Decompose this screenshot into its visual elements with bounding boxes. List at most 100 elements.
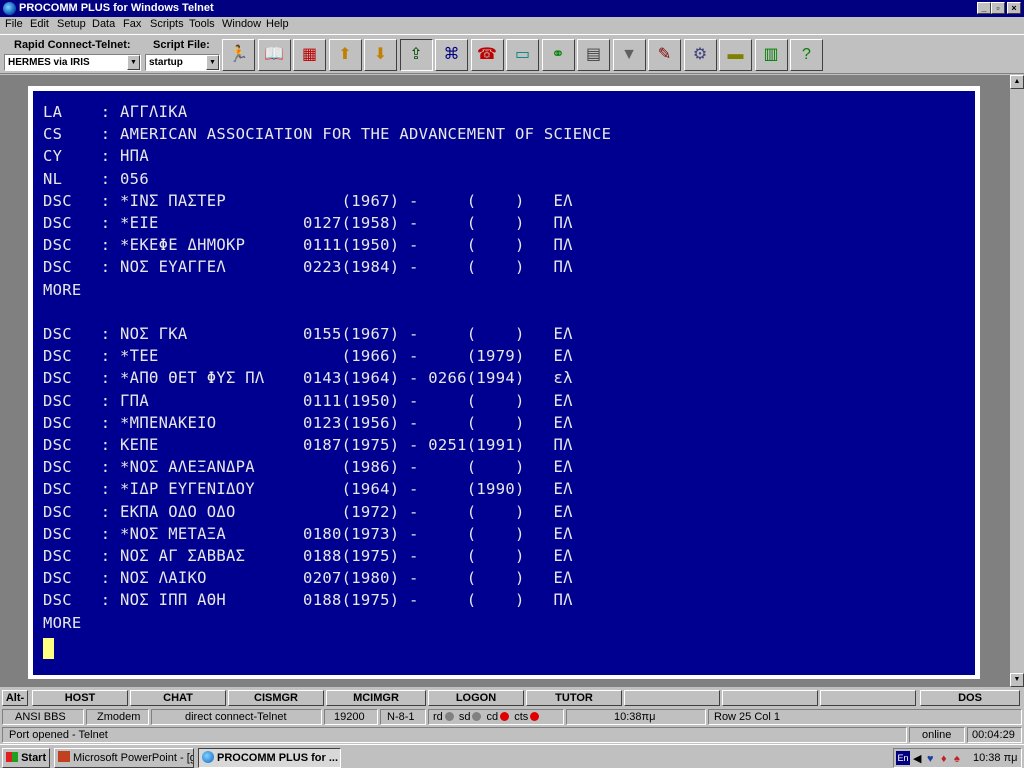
setup-button[interactable]: ⚙: [683, 39, 717, 71]
status-bar: ANSI BBS Zmodem direct connect-Telnet 19…: [0, 708, 1024, 726]
attach-button[interactable]: ⚭: [541, 39, 575, 71]
connection-field[interactable]: direct connect-Telnet: [151, 709, 322, 725]
app-icon[interactable]: [3, 2, 16, 15]
toggle-icon: ▥: [763, 46, 779, 63]
function-key-button[interactable]: LOGON: [428, 690, 524, 706]
windows-logo-icon: [6, 752, 18, 762]
function-key-button[interactable]: CISMGR: [228, 690, 324, 706]
close-button[interactable]: ×: [1007, 2, 1021, 14]
taskbar-app-procomm[interactable]: PROCOMM PLUS for ...: [198, 748, 341, 768]
clock: 10:38 πμ: [973, 752, 1018, 764]
function-key-button[interactable]: MCIMGR: [326, 690, 426, 706]
phonebook-button[interactable]: 📖: [257, 39, 291, 71]
toolbar: Rapid Connect-Telnet: HERMES via IRIS ▼ …: [0, 34, 1024, 74]
minimize-button[interactable]: _: [977, 2, 991, 14]
menu-setup[interactable]: Setup: [57, 18, 86, 30]
terminal-cursor: [43, 638, 54, 659]
printer-button[interactable]: ▤: [577, 39, 610, 71]
send-file-icon: ⬆: [338, 46, 352, 63]
terminal-line: DSC : *ΙΔΡ ΕΥΓΕΝΙΔΟΥ (1964) - (1990) ΕΛ: [43, 480, 573, 499]
function-key-bar: Alt- HOST CHAT CISMGR MCIMGR LOGON TUTOR DOS: [0, 689, 1024, 707]
rapid-connect-select[interactable]: HERMES via IRIS ▼: [4, 54, 141, 71]
emulation-field[interactable]: ANSI BBS: [2, 709, 84, 725]
terminal-line: DSC : ΕΚΠΑ ΟΔΟ ΟΔΟ (1972) - ( ) ΕΛ: [43, 502, 573, 521]
scroll-up-icon[interactable]: ▲: [1010, 75, 1024, 89]
window-title: PROCOMM PLUS for Windows Telnet: [19, 2, 214, 14]
vertical-scrollbar[interactable]: ▲ ▼: [1010, 75, 1024, 687]
menu-file[interactable]: File: [5, 18, 23, 30]
help-button[interactable]: ?: [790, 39, 823, 71]
function-key-button[interactable]: [722, 690, 818, 706]
menu-tools[interactable]: Tools: [189, 18, 215, 30]
line-status-leds: rd sd cd cts: [428, 709, 564, 725]
menu-window[interactable]: Window: [222, 18, 261, 30]
scroll-down-icon[interactable]: ▼: [1010, 673, 1024, 687]
terminal-line: DSC : *ΝΟΣ ΑΛΕΞΑΝΔΡΑ (1986) - ( ) ΕΛ: [43, 458, 573, 477]
terminal-line: DSC : ΝΟΣ ΓΚΑ 0155(1967) - ( ) ΕΛ: [43, 325, 573, 343]
chevron-down-icon[interactable]: ▼: [206, 55, 219, 70]
parity-field[interactable]: N-8-1: [380, 709, 426, 725]
meta-keys-button[interactable]: ⌘: [435, 39, 468, 71]
cts-led-icon: [530, 712, 540, 721]
menu-fax[interactable]: Fax: [123, 18, 141, 30]
keyboard-button[interactable]: ▬: [719, 39, 752, 71]
status-message: Port opened - Telnet: [2, 727, 907, 743]
terminal-line: CS : AMERICAN ASSOCIATION FOR THE ADVANC…: [43, 125, 612, 144]
taskbar: Start Microsoft PowerPoint - [gri... PRO…: [0, 744, 1024, 768]
rapid-connect-label: Rapid Connect-Telnet:: [14, 39, 131, 51]
run-button[interactable]: 🏃: [222, 39, 255, 71]
menu-scripts[interactable]: Scripts: [150, 18, 184, 30]
speaker-icon[interactable]: ◀: [913, 750, 921, 768]
shield-icon[interactable]: ♥: [927, 750, 934, 768]
terminal-line: NL : 056: [43, 169, 149, 188]
dial-button[interactable]: ☎: [470, 39, 504, 71]
terminal-line: DSC : ΝΟΣ ΑΓ ΣΑΒΒΑΣ 0188(1975) - ( ) ΕΛ: [43, 547, 573, 565]
taskbar-app-powerpoint[interactable]: Microsoft PowerPoint - [gri...: [54, 748, 194, 768]
menu-bar: File Edit Setup Data Fax Scripts Tools W…: [0, 17, 1024, 34]
script-file-select[interactable]: startup ▼: [145, 54, 220, 71]
mode-button[interactable]: ▦: [293, 39, 326, 71]
send-file-button[interactable]: ⬆: [328, 39, 362, 71]
start-button[interactable]: Start: [2, 748, 50, 768]
cd-led-icon: [500, 712, 510, 721]
script-file-label: Script File:: [153, 39, 210, 51]
terminal-button[interactable]: ▭: [506, 39, 539, 71]
restore-button[interactable]: ▫: [991, 2, 1005, 14]
menu-help[interactable]: Help: [266, 18, 289, 30]
protocol-field[interactable]: Zmodem: [86, 709, 149, 725]
upload-button[interactable]: ⇪: [399, 39, 433, 71]
baud-field[interactable]: 19200: [324, 709, 378, 725]
phonebook-icon: 📖: [264, 46, 284, 63]
function-key-button[interactable]: HOST: [32, 690, 128, 706]
terminal-line: DSC : *ΜΠΕΝΑΚΕΙΟ 0123(1956) - ( ) ΕΛ: [43, 413, 573, 432]
language-indicator[interactable]: En: [896, 751, 910, 765]
toggle-button[interactable]: ▥: [754, 39, 788, 71]
powerpoint-icon: [58, 751, 70, 762]
network-icon[interactable]: ♦: [941, 750, 947, 768]
rd-label: rd: [433, 711, 443, 723]
taskbar-app-label: Microsoft PowerPoint - [gri...: [73, 752, 193, 764]
sd-label: sd: [458, 711, 471, 723]
terminal-line: DSC : ΚΕΠΕ 0187(1975) - 0251(1991) ΠΛ: [43, 436, 573, 454]
function-key-button[interactable]: [820, 690, 916, 706]
menu-edit[interactable]: Edit: [30, 18, 49, 30]
menu-data[interactable]: Data: [92, 18, 115, 30]
function-key-button[interactable]: [624, 690, 720, 706]
cursor-position: Row 25 Col 1: [708, 709, 1022, 725]
modem-icon[interactable]: ♠: [954, 750, 960, 768]
start-label: Start: [21, 752, 47, 764]
terminal-line: DSC : *ΕΚΕΦΕ ΔΗΜΟΚΡ 0111(1950) - ( ) ΠΛ: [43, 236, 573, 255]
alt-toggle-button[interactable]: Alt-: [2, 690, 28, 706]
function-key-button[interactable]: CHAT: [130, 690, 226, 706]
terminal-line: DSC : ΝΟΣ ΛΑΙΚΟ 0207(1980) - ( ) ΕΛ: [43, 569, 573, 588]
notes-button[interactable]: ✎: [648, 39, 681, 71]
notes-icon: ✎: [657, 46, 672, 63]
globe-icon: [202, 751, 214, 763]
function-key-button[interactable]: TUTOR: [526, 690, 622, 706]
receive-file-button[interactable]: ⬇: [364, 39, 397, 71]
capture-button[interactable]: ▼: [612, 39, 646, 71]
function-key-button[interactable]: DOS: [920, 690, 1020, 706]
chevron-down-icon[interactable]: ▼: [127, 55, 140, 70]
terminal-line: DSC : *ΕΙΕ 0127(1958) - ( ) ΠΛ: [43, 214, 573, 232]
script-file-value: startup: [149, 57, 183, 68]
